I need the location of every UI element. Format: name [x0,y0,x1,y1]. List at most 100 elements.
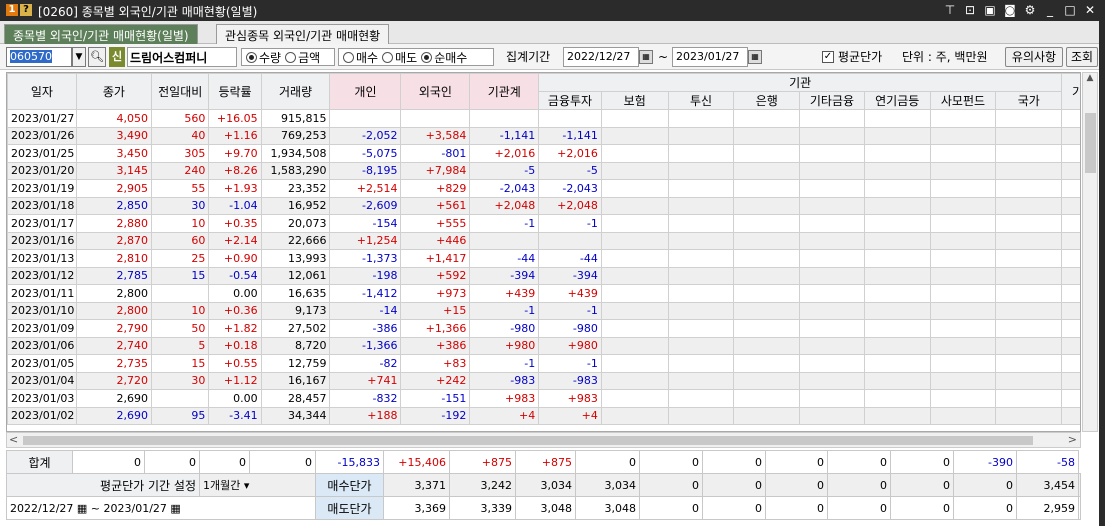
table-cell [600,161,669,180]
table-cell [799,389,865,408]
scroll-right-icon[interactable]: > [1068,433,1077,446]
trade-type-radio-group: 매수 매도 순매수 [338,48,494,66]
link-icon[interactable]: ⊡ [963,2,977,18]
table-row[interactable]: 2023/01/10 2,800 10 +0.36 9,173 -14 +15 -1 -1 [7,301,1080,320]
table-row[interactable]: 2023/01/06 2,740 5 +0.18 8,720 -1,366 +386 +980… [7,336,1080,355]
calendar-icon[interactable]: ▦ [639,50,653,64]
header-diff[interactable]: 전일대비 [151,73,210,110]
scroll-left-icon[interactable]: < [9,433,18,446]
avg-date-to[interactable]: 2023/01/27 [104,502,167,515]
table-cell: -394 [538,266,602,285]
search-icon[interactable]: 🔍︎ [88,47,106,67]
avg-date-from[interactable]: 2022/12/27 [10,502,73,515]
table-cell [929,266,997,285]
summary-table: 합계 0 0 0 0 -15,833 +15,406 +875 +875 0 0 0 0 0 0 -390-… [6,450,1081,520]
window-title: [0260] 종목별 외국인/기관 매매현황(일별) [38,5,258,19]
table-row[interactable]: 2023/01/11 2,800 0.00 16,635 -1,412 +973 +439 +… [7,284,1080,303]
table-row[interactable]: 2023/01/19 2,905 55 +1.93 23,352 +2,514 +829 -2… [7,179,1080,198]
table-row[interactable]: 2023/01/03 2,690 0.00 28,457 -832 -151 +983 +98… [7,389,1080,408]
settings-icon[interactable]: ⚙ [1023,2,1037,18]
header-nation[interactable]: 국가 [995,91,1063,110]
table-row[interactable]: 2023/01/25 3,450 305 +9.70 1,934,508 -5,075 -8… [7,144,1080,163]
radio-sell[interactable]: 매도 [382,49,417,66]
table-cell: +446 [400,231,471,250]
table-cell: 4,050 [75,109,153,128]
radio-buy[interactable]: 매수 [343,49,378,66]
header-institution-total[interactable]: 기관계 [469,73,540,110]
header-other-fin[interactable]: 기타금융 [799,91,865,110]
table-row[interactable]: 2023/01/27 4,050 560 +16.05 915,815 [7,109,1080,128]
app-number-icon[interactable]: 1 [6,4,18,16]
table-row[interactable]: 2023/01/17 2,880 10 +0.35 20,073 -154 +555 -1 -1… [7,214,1080,233]
date-to-input[interactable]: 2023/01/27 [672,47,748,67]
table-row[interactable]: 2023/01/02 2,690 95 -3.41 34,344 +188 -192 +4 +4 [7,406,1080,425]
table-row[interactable]: 2023/01/162,87060+2.1422,666+1,254+446 -1… [7,231,1080,250]
stock-code-input[interactable]: 060570 [6,47,72,67]
stock-name: 드림어스컴퍼니 [127,47,237,67]
table-cell [929,196,997,215]
header-trust[interactable]: 투신 [667,91,735,110]
table-cell [1061,319,1080,338]
avg-period-select[interactable]: 1개월간 ▾ [199,473,316,497]
table-cell: -2,043 [469,179,540,198]
notice-button[interactable]: 유의사항 [1005,47,1063,67]
header-other-corp[interactable]: 기타법인 [1061,73,1080,110]
buy-price-value: 0 [827,473,891,497]
header-pension[interactable]: 연기금등 [863,91,931,110]
table-cell: 55 [151,179,210,198]
header-date[interactable]: 일자 [7,73,77,110]
table-row[interactable]: 2023/01/12 2,785 15 -0.54 12,061 -198 +592 -394… [7,266,1080,285]
header-foreign[interactable]: 외국인 [400,73,471,110]
calendar-icon[interactable]: ▦ [748,50,762,64]
pin-icon[interactable]: ⊤ [943,2,957,18]
avg-price-checkbox[interactable]: ✓ [822,51,834,63]
table-cell [600,389,669,408]
table-row[interactable]: 2023/01/13 2,810 25 +0.90 13,993 -1,373 +1,417… [7,249,1080,268]
table-row[interactable]: 2023/01/05 2,735 15 +0.55 12,759 -82 +83 -1 -1 [7,354,1080,373]
code-dropdown-icon[interactable]: ▼ [72,47,86,67]
radio-quantity[interactable]: 수량 [246,49,281,66]
header-bank[interactable]: 은행 [733,91,801,110]
table-row[interactable]: 2023/01/04 2,720 30 +1.12 16,167 +741 +242 -983… [7,371,1080,390]
header-private-fund[interactable]: 사모펀드 [929,91,997,110]
minimize-icon[interactable]: _ [1043,2,1057,18]
scroll-up-icon[interactable]: ▲ [1083,73,1097,87]
total-value: +15,406 [383,450,450,474]
help-icon[interactable]: ? [20,4,32,16]
table-cell: 60 [151,231,210,250]
header-fin-invest[interactable]: 금융투자 [538,91,602,110]
query-button[interactable]: 조회 [1066,47,1098,67]
table-cell [799,214,865,233]
vertical-scrollbar[interactable]: ▲ [1082,72,1098,432]
close-icon[interactable]: ✕ [1083,2,1097,18]
horizontal-scroll-thumb[interactable] [23,436,1033,445]
table-row[interactable]: 2023/01/26 3,490 40 +1.16 769,253 -2,052 +3,58… [7,126,1080,145]
table-cell: 2,905 [75,179,153,198]
horizontal-scrollbar[interactable]: < > [6,432,1081,448]
sell-price-value: 3,339 [449,496,516,520]
table-cell: 2023/01/20 [7,161,77,180]
radio-net-buy[interactable]: 순매수 [421,49,467,66]
total-value: 0 [639,450,703,474]
table-row[interactable]: 2023/01/09 2,790 50 +1.82 27,502 -386 +1,366 -9… [7,319,1080,338]
header-insurance[interactable]: 보험 [600,91,669,110]
tab-watchlist[interactable]: 관심종목 외국인/기관 매매현황 [216,24,390,44]
date-from-input[interactable]: 2022/12/27 [563,47,639,67]
table-cell [863,231,931,250]
tab-stock-daily[interactable]: 종목별 외국인/기관 매매현황(일별) [4,24,198,44]
save-icon[interactable]: ▣ [983,2,997,18]
table-cell [995,109,1063,128]
header-individual[interactable]: 개인 [329,73,402,110]
header-volume[interactable]: 거래량 [260,73,331,110]
table-row[interactable]: 2023/01/20 3,145 240 +8.26 1,583,290 -8,195 +7… [7,161,1080,180]
camera-icon[interactable]: ◙ [1003,2,1017,18]
table-row[interactable]: 2023/01/18 2,850 30 -1.04 16,952 -2,609 +561 +2… [7,196,1080,215]
radio-amount[interactable]: 금액 [285,49,320,66]
table-cell: 2023/01/05 [7,354,77,373]
header-rate[interactable]: 등락률 [208,73,262,110]
maximize-icon[interactable]: □ [1063,2,1077,18]
table-cell: -2,052 [329,126,402,145]
header-close[interactable]: 종가 [75,73,153,110]
vertical-scroll-thumb[interactable] [1085,113,1096,173]
table-cell [929,231,997,250]
